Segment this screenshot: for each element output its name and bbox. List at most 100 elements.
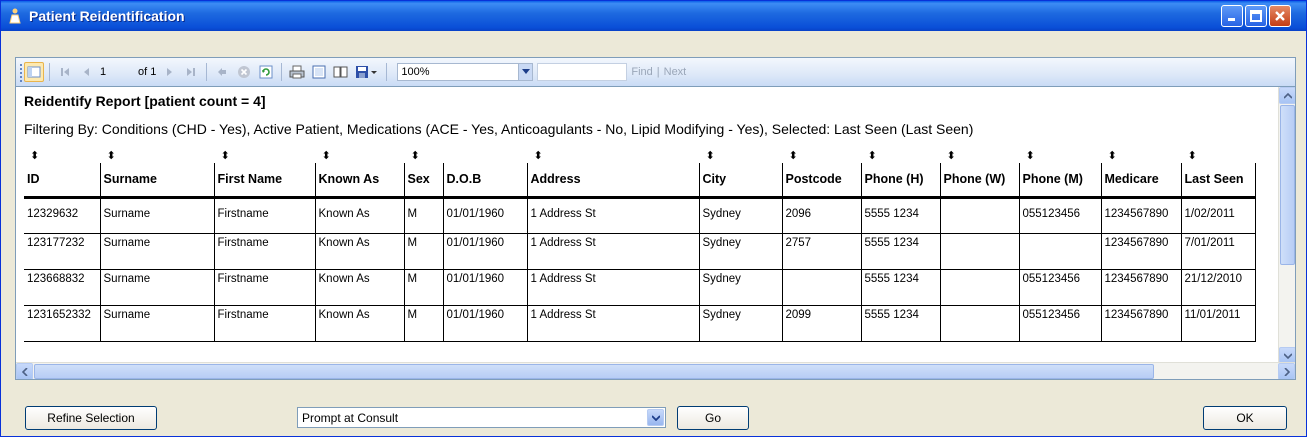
table-cell xyxy=(782,269,862,306)
column-header-phone-h[interactable]: ⬍ Phone (H) xyxy=(861,150,941,199)
sort-icon[interactable]: ⬍ xyxy=(868,149,877,162)
table-cell: 7/01/2011 xyxy=(1181,233,1256,270)
vertical-scroll-thumb[interactable] xyxy=(1280,105,1295,265)
first-page-button[interactable] xyxy=(55,62,75,82)
sort-icon[interactable]: ⬍ xyxy=(947,149,956,162)
first-page-icon xyxy=(61,68,69,76)
column-header-city[interactable]: ⬍ City xyxy=(699,150,783,199)
column-header-medicare[interactable]: ⬍ Medicare xyxy=(1101,150,1182,199)
sort-icon[interactable]: ⬍ xyxy=(1026,149,1035,162)
column-header-surname[interactable]: ⬍ Surname xyxy=(100,150,215,199)
previous-page-button[interactable] xyxy=(77,62,97,82)
table-cell: 1 Address St xyxy=(527,305,700,342)
table-cell: 21/12/2010 xyxy=(1181,269,1256,306)
find-input[interactable] xyxy=(537,63,628,81)
print-button[interactable] xyxy=(287,62,307,82)
next-page-button[interactable] xyxy=(159,62,179,82)
ok-button[interactable]: OK xyxy=(1203,406,1287,430)
page-setup-button[interactable] xyxy=(331,62,351,82)
table-cell: 1 Address St xyxy=(527,269,700,306)
table-cell: 2099 xyxy=(782,305,862,342)
scroll-left-button[interactable] xyxy=(16,363,33,379)
minimize-button[interactable] xyxy=(1221,5,1243,27)
page-setup-icon xyxy=(333,66,348,78)
column-header-first-name[interactable]: ⬍ First Name xyxy=(214,150,316,199)
sort-icon[interactable]: ⬍ xyxy=(534,149,543,162)
column-header-postcode[interactable]: ⬍ Postcode xyxy=(782,150,862,199)
table-cell: Known As xyxy=(315,233,405,270)
report-window: Patient Reidentification of 1 xyxy=(0,0,1307,437)
table-cell: Surname xyxy=(100,305,215,342)
close-button[interactable] xyxy=(1269,5,1291,27)
table-cell xyxy=(940,269,1020,306)
close-icon xyxy=(1275,11,1285,21)
column-header-id[interactable]: ⬍ ID xyxy=(24,150,101,199)
print-layout-button[interactable] xyxy=(309,62,329,82)
export-button[interactable] xyxy=(353,62,381,82)
next-page-icon xyxy=(167,68,173,76)
table-row: 12329632 Surname Firstname Known As M 01/01/1… xyxy=(24,197,1256,234)
sort-icon[interactable]: ⬍ xyxy=(1108,149,1117,162)
table-cell: 1234567890 xyxy=(1101,305,1182,342)
table-row: 1231652332 Surname Firstname Known As M 01/01… xyxy=(24,305,1256,342)
refresh-button[interactable] xyxy=(256,62,276,82)
column-header-dob[interactable]: D.O.B xyxy=(443,163,528,199)
last-page-button[interactable] xyxy=(181,62,201,82)
sort-icon[interactable]: ⬍ xyxy=(411,149,420,162)
sort-icon[interactable]: ⬍ xyxy=(30,149,39,162)
scroll-right-button[interactable] xyxy=(1278,363,1295,379)
table-cell: 5555 1234 xyxy=(861,305,941,342)
table-cell: Known As xyxy=(315,305,405,342)
find-link[interactable]: Find xyxy=(631,66,652,78)
column-header-phone-w[interactable]: ⬍ Phone (W) xyxy=(940,150,1020,199)
column-header-last-seen[interactable]: ⬍ Last Seen xyxy=(1181,150,1256,199)
patient-table: ⬍ ID ⬍ Surname ⬍ First Name ⬍ Known As ⬍ Sex … xyxy=(24,150,1256,342)
sort-icon[interactable]: ⬍ xyxy=(221,149,230,162)
table-cell: 2096 xyxy=(782,197,862,234)
go-button[interactable]: Go xyxy=(677,406,749,430)
table-cell: 1231652332 xyxy=(24,305,101,342)
back-button[interactable] xyxy=(212,62,232,82)
refine-selection-button[interactable]: Refine Selection xyxy=(25,406,157,430)
table-cell: Known As xyxy=(315,197,405,234)
find-separator: | xyxy=(656,66,660,78)
next-link[interactable]: Next xyxy=(664,66,687,78)
table-cell: 055123456 xyxy=(1019,197,1102,234)
page-number-input[interactable] xyxy=(98,63,134,81)
scroll-up-button[interactable] xyxy=(1279,87,1295,104)
title-bar[interactable]: Patient Reidentification xyxy=(1,1,1306,31)
last-page-icon xyxy=(187,68,196,76)
maximize-icon xyxy=(1250,10,1262,22)
toolbar-separator xyxy=(206,63,208,81)
previous-page-icon xyxy=(84,68,89,76)
horizontal-scrollbar[interactable] xyxy=(16,362,1295,379)
zoom-select[interactable]: 100% xyxy=(397,63,534,81)
maximize-button[interactable] xyxy=(1245,5,1267,27)
sort-icon[interactable]: ⬍ xyxy=(706,149,715,162)
toolbar-grip[interactable] xyxy=(19,62,23,82)
column-header-sex[interactable]: ⬍ Sex xyxy=(404,150,444,199)
document-map-toggle[interactable] xyxy=(24,62,44,82)
table-cell: Sydney xyxy=(699,269,783,306)
vertical-scrollbar[interactable] xyxy=(1278,87,1295,364)
window-title: Patient Reidentification xyxy=(29,8,185,24)
sort-icon[interactable]: ⬍ xyxy=(107,149,116,162)
table-cell: 055123456 xyxy=(1019,305,1102,342)
chevron-down-icon[interactable] xyxy=(647,409,664,426)
back-arrow-icon xyxy=(218,68,227,76)
report-viewer[interactable]: Reidentify Report [patient count = 4] Fi… xyxy=(15,86,1296,380)
action-select[interactable]: Prompt at Consult xyxy=(297,407,666,428)
column-header-known-as[interactable]: ⬍ Known As xyxy=(315,150,405,199)
table-cell: 055123456 xyxy=(1019,269,1102,306)
column-header-phone-m[interactable]: ⬍ Phone (M) xyxy=(1019,150,1102,199)
chevron-down-icon[interactable] xyxy=(518,64,533,80)
horizontal-scroll-thumb[interactable] xyxy=(34,364,1154,379)
sort-icon[interactable]: ⬍ xyxy=(1188,149,1197,162)
report-title: Reidentify Report [patient count = 4] xyxy=(24,93,266,109)
table-cell: M xyxy=(404,305,444,342)
column-header-address[interactable]: ⬍ Address xyxy=(527,150,700,199)
stop-button[interactable] xyxy=(234,62,254,82)
sort-icon[interactable]: ⬍ xyxy=(322,149,331,162)
table-cell xyxy=(940,305,1020,342)
sort-icon[interactable]: ⬍ xyxy=(789,149,798,162)
